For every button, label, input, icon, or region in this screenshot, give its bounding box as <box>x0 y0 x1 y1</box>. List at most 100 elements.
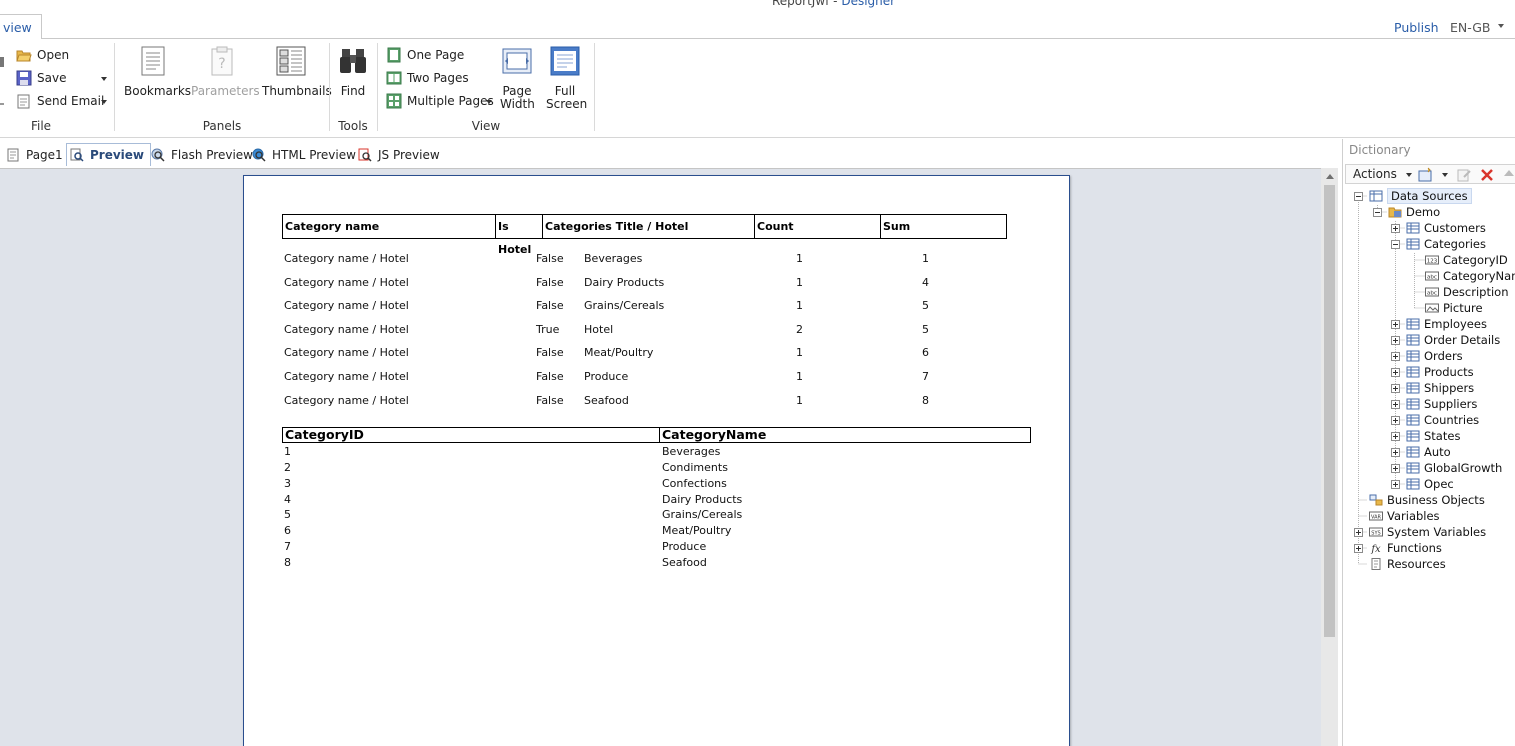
tree-global-growth[interactable]: GlobalGrowth <box>1406 460 1502 476</box>
table2-header-row: CategoryID CategoryName <box>282 427 1031 443</box>
variables-icon: VAR <box>1369 511 1383 521</box>
svg-text:fx: fx <box>1370 544 1381 554</box>
table-icon <box>1406 366 1420 378</box>
collapse-data-sources-icon[interactable] <box>1354 192 1363 201</box>
tree-functions[interactable]: fx Functions <box>1369 540 1442 556</box>
preview-tab-bar: Page1 Preview Flash Preview HTML Preview… <box>0 143 1338 167</box>
expand-states-icon[interactable] <box>1391 432 1400 441</box>
expand-order-details-icon[interactable] <box>1391 336 1400 345</box>
page-icon <box>7 148 19 161</box>
text-column-icon: abc <box>1425 271 1439 281</box>
expand-auto-icon[interactable] <box>1391 448 1400 457</box>
send-email-button[interactable]: Send Email <box>16 91 104 111</box>
tree-countries[interactable]: Countries <box>1406 412 1479 428</box>
collapse-categories-icon[interactable] <box>1391 240 1400 249</box>
svg-text:VAR: VAR <box>1371 515 1382 521</box>
delete-icon[interactable] <box>1479 167 1495 183</box>
tree-customers[interactable]: Customers <box>1406 220 1486 236</box>
parameters-button[interactable]: ? Parameters <box>191 45 260 98</box>
tree-suppliers[interactable]: Suppliers <box>1406 396 1477 412</box>
two-pages-button[interactable]: Two Pages <box>386 68 469 88</box>
tree-column-category-name[interactable]: abc CategoryName <box>1425 268 1515 284</box>
move-up-icon[interactable] <box>1503 168 1515 182</box>
svg-text:123: 123 <box>1427 259 1438 265</box>
svg-text:?: ? <box>218 56 225 72</box>
report-cell: Dairy Products <box>584 276 665 289</box>
tree-employees[interactable]: Employees <box>1406 316 1487 332</box>
tree-resources[interactable]: Resources <box>1369 556 1446 572</box>
actions-menu[interactable]: Actions <box>1353 167 1397 181</box>
svg-text:abc: abc <box>1427 291 1437 297</box>
expand-global-growth-icon[interactable] <box>1391 464 1400 473</box>
tree-system-variables[interactable]: SYS System Variables <box>1369 524 1486 540</box>
tree-auto[interactable]: Auto <box>1406 444 1451 460</box>
report-cell: Category name / Hotel <box>284 346 409 359</box>
scrollbar-thumb[interactable] <box>1324 185 1335 637</box>
table2-cell: 6 <box>284 524 291 537</box>
scroll-up-icon[interactable] <box>1326 174 1334 179</box>
vertical-scrollbar[interactable] <box>1321 168 1338 746</box>
tree-shippers[interactable]: Shippers <box>1406 380 1474 396</box>
expand-products-icon[interactable] <box>1391 368 1400 377</box>
report-cell: 8 <box>922 394 929 407</box>
group-label-file: File <box>30 119 52 133</box>
tree-business-objects[interactable]: Business Objects <box>1369 492 1485 508</box>
header-count: Count <box>755 215 881 238</box>
report-cell: False <box>536 276 564 289</box>
language-selector[interactable]: EN-GB <box>1450 20 1490 35</box>
collapse-demo-icon[interactable] <box>1373 208 1382 217</box>
header-category-id: CategoryID <box>283 428 660 442</box>
tab-html-preview[interactable]: HTML Preview <box>252 143 356 166</box>
report-cell: Category name / Hotel <box>284 323 409 336</box>
table2-cell: Beverages <box>662 445 721 458</box>
page-width-button[interactable]: Page Width <box>500 45 535 111</box>
expand-suppliers-icon[interactable] <box>1391 400 1400 409</box>
tree-column-picture[interactable]: Picture <box>1425 300 1483 316</box>
report-cell: 1 <box>796 346 803 359</box>
tree-orders[interactable]: Orders <box>1406 348 1463 364</box>
text-column-icon: abc <box>1425 287 1439 297</box>
new-item-icon[interactable] <box>1418 167 1434 183</box>
save-button[interactable]: Save <box>16 68 66 88</box>
expand-countries-icon[interactable] <box>1391 416 1400 425</box>
tab-page1[interactable]: Page1 <box>6 143 63 166</box>
tree-demo[interactable]: Demo <box>1388 204 1440 220</box>
expand-employees-icon[interactable] <box>1391 320 1400 329</box>
group-separator <box>377 43 378 131</box>
expand-system-variables-icon[interactable] <box>1354 528 1363 537</box>
dictionary-title: Dictionary <box>1349 143 1411 157</box>
multiple-pages-button[interactable]: Multiple Pages <box>386 91 494 111</box>
expand-opec-icon[interactable] <box>1391 480 1400 489</box>
publish-link[interactable]: Publish <box>1394 20 1439 35</box>
tab-preview[interactable]: Preview <box>66 143 152 166</box>
expand-orders-icon[interactable] <box>1391 352 1400 361</box>
full-screen-button[interactable]: Full Screen <box>546 45 587 111</box>
bookmarks-button[interactable]: Bookmarks <box>124 45 191 98</box>
tree-order-details[interactable]: Order Details <box>1406 332 1500 348</box>
expand-customers-icon[interactable] <box>1391 224 1400 233</box>
thumbnails-button[interactable]: Thumbnails <box>262 45 332 98</box>
send-email-dropdown-icon[interactable] <box>101 100 107 104</box>
tree-variables[interactable]: VAR Variables <box>1369 508 1440 524</box>
tree-column-category-id[interactable]: 123 CategoryID <box>1425 252 1508 268</box>
save-dropdown-icon[interactable] <box>101 77 107 81</box>
expand-shippers-icon[interactable] <box>1391 384 1400 393</box>
new-item-dropdown-icon[interactable] <box>1442 173 1448 177</box>
tree-opec[interactable]: Opec <box>1406 476 1454 492</box>
tree-products[interactable]: Products <box>1406 364 1474 380</box>
tree-column-description[interactable]: abc Description <box>1425 284 1509 300</box>
multiple-pages-dropdown-icon[interactable] <box>486 100 492 104</box>
chevron-down-icon[interactable] <box>1498 24 1504 28</box>
tab-view[interactable]: view <box>0 14 42 40</box>
tree-categories[interactable]: Categories <box>1406 236 1486 252</box>
open-button[interactable]: Open <box>16 45 69 65</box>
tab-flash-preview[interactable]: Flash Preview <box>151 143 253 166</box>
tree-data-sources[interactable]: Data Sources <box>1369 188 1472 204</box>
tab-js-preview[interactable]: JS Preview <box>358 143 440 166</box>
one-page-button[interactable]: One Page <box>386 45 464 65</box>
expand-functions-icon[interactable] <box>1354 544 1363 553</box>
edit-icon[interactable] <box>1456 167 1472 183</box>
tree-states[interactable]: States <box>1406 428 1460 444</box>
find-button[interactable]: Find <box>336 45 370 98</box>
actions-dropdown-icon[interactable] <box>1406 173 1412 177</box>
